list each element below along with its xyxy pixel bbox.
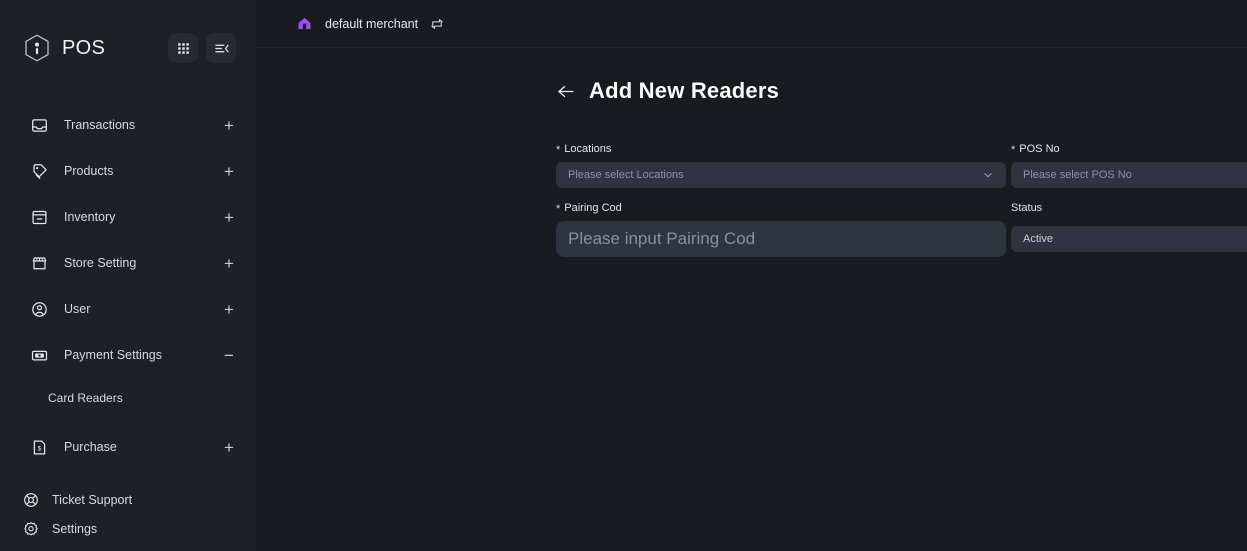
- label-text: Status: [1011, 202, 1042, 214]
- pairing-cod-input[interactable]: Please input Pairing Cod: [556, 221, 1006, 257]
- field-pairing-cod: * Pairing Cod Please input Pairing Cod: [556, 188, 1006, 257]
- field-label-locations: * Locations: [556, 136, 1006, 162]
- sidebar-footer-label: Settings: [52, 522, 97, 536]
- chevron-down-icon: [982, 169, 994, 181]
- sidebar-item-settings[interactable]: Settings: [0, 514, 256, 543]
- lifebuoy-icon: [22, 491, 40, 509]
- field-locations: * Locations Please select Locations: [556, 136, 1006, 188]
- reader-form: * Locations Please select Locations * P: [556, 136, 1247, 257]
- field-label-pos-no: * POS No: [1011, 136, 1247, 162]
- store-icon: [30, 254, 48, 272]
- money-card-icon: [30, 346, 48, 364]
- label-text: POS No: [1019, 143, 1059, 155]
- required-marker: *: [1011, 145, 1015, 156]
- sidebar-item-label: Purchase: [64, 440, 117, 454]
- home-icon: [296, 15, 313, 32]
- sidebar-footer-label: Ticket Support: [52, 493, 132, 507]
- field-pos-no: * POS No Please select POS No: [1011, 136, 1247, 188]
- inbox-icon: [30, 116, 48, 134]
- locations-placeholder: Please select Locations: [568, 169, 684, 181]
- tag-icon: [30, 162, 48, 180]
- collapse-menu-icon[interactable]: [206, 33, 236, 63]
- sidebar-subitem-label: Card Readers: [48, 391, 123, 405]
- expand-toggle[interactable]: +: [222, 439, 236, 456]
- pairing-cod-placeholder: Please input Pairing Cod: [568, 229, 755, 249]
- sidebar-item-label: Payment Settings: [64, 348, 162, 362]
- sidebar-item-user[interactable]: User +: [0, 286, 256, 332]
- sidebar-footer: Ticket Support Settings: [0, 485, 256, 543]
- merchant-name: default merchant: [325, 17, 418, 31]
- page-title: Add New Readers: [589, 78, 779, 104]
- expand-toggle[interactable]: +: [222, 163, 236, 180]
- sidebar-item-label: User: [64, 302, 90, 316]
- required-marker: *: [556, 204, 560, 215]
- apps-grid-icon[interactable]: [168, 33, 198, 63]
- sidebar-header: POS: [0, 0, 256, 96]
- sidebar-nav: Transactions + Products +: [0, 102, 256, 470]
- sidebar-item-store-setting[interactable]: Store Setting +: [0, 240, 256, 286]
- gear-icon: [22, 520, 40, 538]
- brand-name: POS: [62, 37, 105, 60]
- sidebar-header-buttons: [168, 33, 236, 63]
- page-header: Add New Readers: [256, 48, 1247, 104]
- svg-text:$: $: [37, 445, 41, 452]
- sidebar-item-label: Products: [64, 164, 113, 178]
- field-label-status: Status: [1011, 195, 1247, 221]
- sidebar-item-label: Store Setting: [64, 256, 136, 270]
- receipt-dollar-icon: $: [30, 438, 48, 456]
- topbar: default merchant English: [256, 0, 1247, 48]
- sidebar-item-label: Transactions: [64, 118, 135, 132]
- box-minus-icon: [30, 208, 48, 226]
- required-marker: *: [556, 145, 560, 156]
- status-select[interactable]: Active: [1011, 226, 1247, 252]
- sidebar-item-label: Inventory: [64, 210, 115, 224]
- expand-toggle[interactable]: +: [222, 255, 236, 272]
- hexagon-person-icon: [22, 33, 52, 63]
- brand-logo[interactable]: POS: [22, 33, 105, 63]
- locations-select[interactable]: Please select Locations: [556, 162, 1006, 188]
- swap-icon[interactable]: [430, 17, 444, 31]
- sidebar-item-inventory[interactable]: Inventory +: [0, 194, 256, 240]
- expand-toggle[interactable]: +: [222, 117, 236, 134]
- label-text: Locations: [564, 143, 611, 155]
- sidebar-subitem-card-readers[interactable]: Card Readers: [0, 378, 256, 418]
- pos-no-placeholder: Please select POS No: [1023, 169, 1132, 181]
- app-root: POS: [0, 0, 1247, 551]
- sidebar: POS: [0, 0, 256, 551]
- sidebar-item-purchase[interactable]: $ Purchase +: [0, 424, 256, 470]
- sidebar-item-transactions[interactable]: Transactions +: [0, 102, 256, 148]
- merchant-switcher[interactable]: default merchant: [296, 15, 444, 32]
- arrow-left-icon[interactable]: [556, 83, 576, 100]
- user-circle-icon: [30, 300, 48, 318]
- sidebar-item-payment-settings[interactable]: Payment Settings −: [0, 332, 256, 378]
- collapse-toggle[interactable]: −: [222, 347, 236, 364]
- main-content: default merchant English: [256, 0, 1247, 551]
- label-text: Pairing Cod: [564, 202, 621, 214]
- form-actions: Cancle Save: [556, 279, 1247, 309]
- status-value: Active: [1023, 233, 1053, 245]
- expand-toggle[interactable]: +: [222, 209, 236, 226]
- field-status: Status Active: [1011, 188, 1247, 257]
- pos-no-select[interactable]: Please select POS No: [1011, 162, 1247, 188]
- field-label-pairing-cod: * Pairing Cod: [556, 195, 1006, 221]
- expand-toggle[interactable]: +: [222, 301, 236, 318]
- sidebar-item-products[interactable]: Products +: [0, 148, 256, 194]
- sidebar-item-ticket-support[interactable]: Ticket Support: [0, 485, 256, 514]
